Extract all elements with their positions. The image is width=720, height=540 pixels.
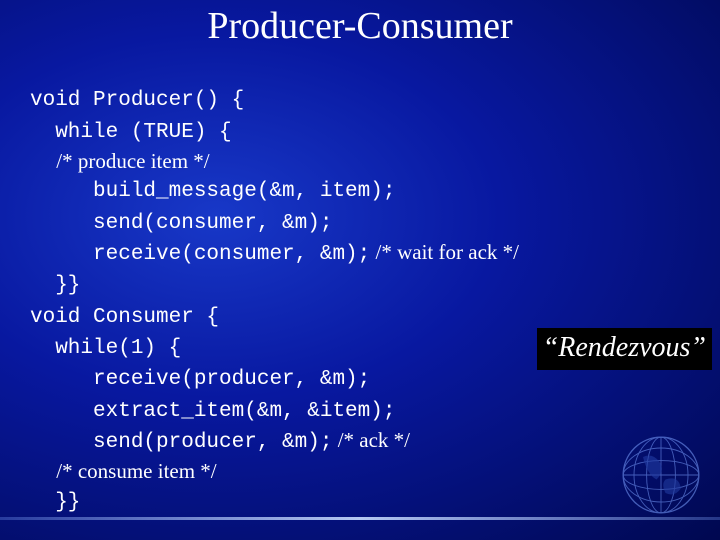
code-line: void Consumer {	[30, 306, 219, 329]
code-comment: /* wait for ack */	[370, 240, 519, 264]
code-line: }}	[30, 491, 80, 514]
code-comment: /* produce item */	[30, 149, 210, 173]
code-line: extract_item(&m, &item);	[30, 400, 395, 423]
slide-title: Producer-Consumer	[0, 0, 720, 48]
code-line: while(1) {	[30, 337, 181, 360]
callout-label: “Rendezvous”	[537, 328, 712, 370]
footer-divider	[0, 517, 720, 520]
code-comment: /* ack */	[332, 428, 410, 452]
code-line: void Producer() {	[30, 89, 244, 112]
code-block: void Producer() { while (TRUE) { /* prod…	[0, 48, 720, 517]
globe-icon	[616, 430, 706, 520]
code-line: receive(consumer, &m);	[30, 243, 370, 266]
code-line: receive(producer, &m);	[30, 368, 370, 391]
code-line: send(producer, &m);	[30, 431, 332, 454]
code-line: while (TRUE) {	[30, 121, 232, 144]
code-line: }}	[30, 274, 80, 297]
code-comment: /* consume item */	[30, 459, 217, 483]
code-line: build_message(&m, item);	[30, 180, 395, 203]
code-line: send(consumer, &m);	[30, 212, 332, 235]
